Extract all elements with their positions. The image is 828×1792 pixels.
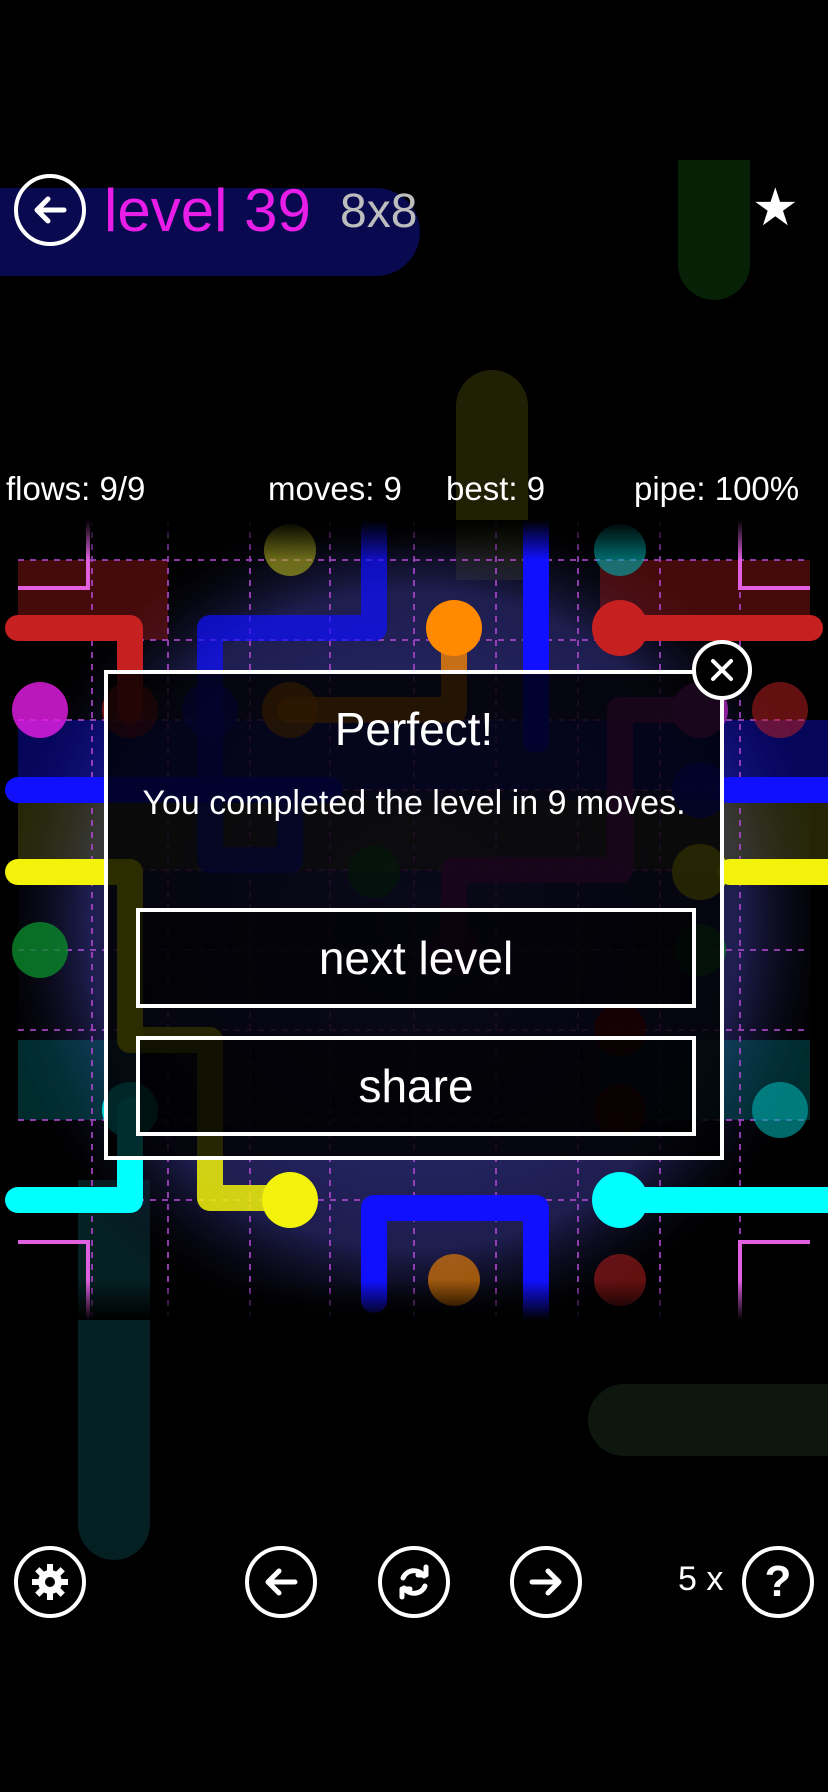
settings-button[interactable] <box>14 1546 86 1618</box>
close-dialog-button[interactable] <box>692 640 752 700</box>
flows-stat: flows: 9/9 <box>6 470 146 507</box>
hints-count: 5 x <box>678 1560 724 1598</box>
flow-dot <box>752 1082 808 1138</box>
back-button[interactable] <box>14 174 86 246</box>
pipe-stat: pipe: 100% <box>634 470 800 507</box>
previous-level-button[interactable] <box>245 1546 317 1618</box>
dialog-title: Perfect! <box>334 703 494 755</box>
restart-button[interactable] <box>378 1546 450 1618</box>
flow-dot <box>592 600 648 656</box>
board-fade-bottom <box>0 1280 828 1320</box>
star-icon[interactable]: ★ <box>752 182 799 234</box>
arrow-right-icon <box>529 1568 562 1596</box>
share-button[interactable]: share <box>136 1036 696 1136</box>
flow-dot <box>12 682 68 738</box>
gear-icon <box>32 1564 68 1600</box>
background-decoration <box>588 1384 828 1456</box>
moves-stat: moves: 9 <box>268 470 402 507</box>
refresh-icon <box>399 1564 429 1600</box>
level-title: level 39 <box>104 177 311 244</box>
level-complete-dialog: Perfect! You completed the level in 9 mo… <box>104 670 724 1160</box>
board-fade-top <box>0 520 828 560</box>
flow-dot <box>752 682 808 738</box>
arrow-left-icon <box>34 196 67 224</box>
board-size: 8x8 <box>340 185 418 238</box>
flow-dot <box>592 1172 648 1228</box>
flow-dot <box>12 922 68 978</box>
flow-dot <box>262 1172 318 1228</box>
close-icon <box>711 659 733 681</box>
next-level-button[interactable]: next level <box>136 908 696 1008</box>
next-level-arrow-button[interactable] <box>510 1546 582 1618</box>
background-decoration <box>678 160 750 300</box>
question-icon: ? <box>764 1557 792 1606</box>
best-stat: best: 9 <box>446 470 546 507</box>
hint-button[interactable]: ? <box>742 1546 814 1618</box>
arrow-left-icon <box>265 1568 298 1596</box>
flow-dot <box>426 600 482 656</box>
dialog-message: You completed the level in 9 moves. <box>142 784 686 822</box>
